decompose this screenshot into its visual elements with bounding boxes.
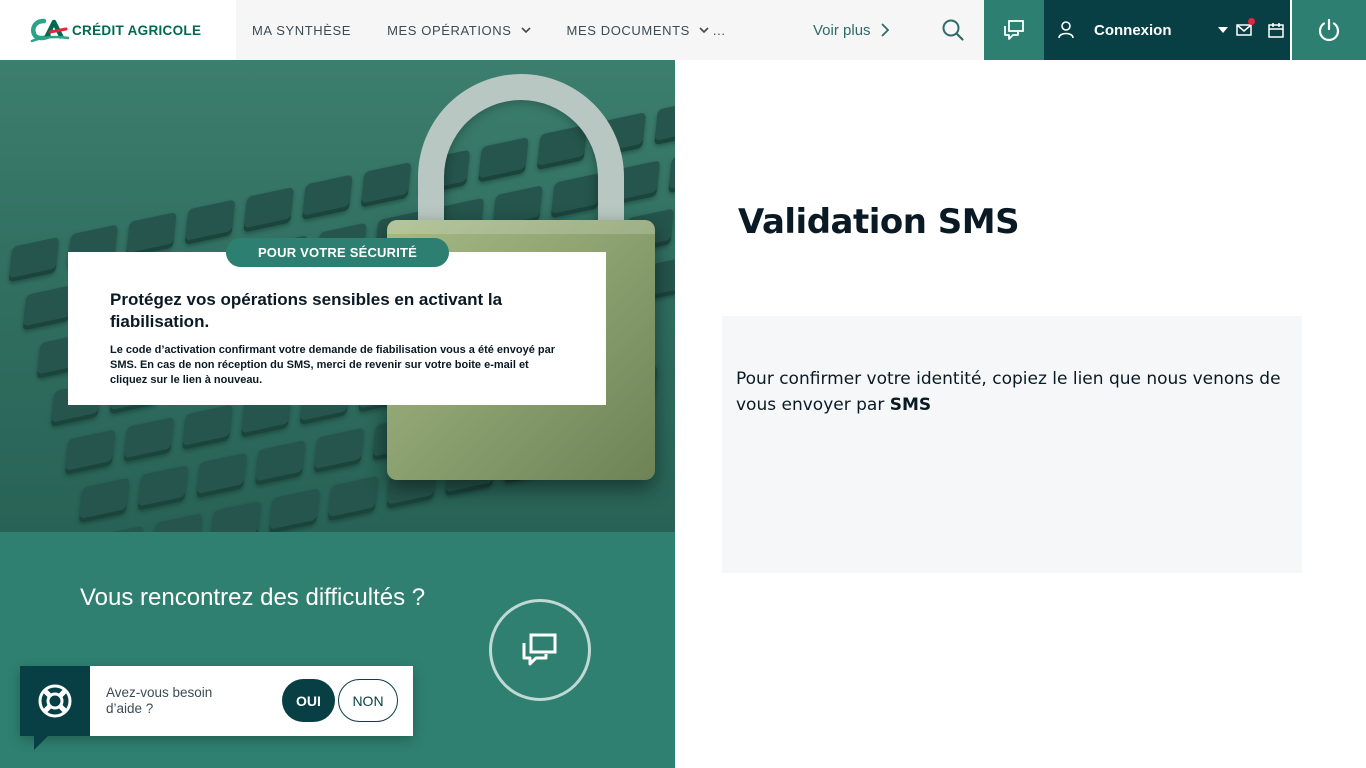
sms-info-box: Pour confirmer votre identité, copiez le… [722,316,1302,573]
chat-icon [522,633,557,666]
connexion-button[interactable]: Connexion [1094,22,1172,39]
mail-button[interactable] [1235,17,1255,40]
chevron-right-icon [880,23,889,37]
mail-icon [1235,23,1252,36]
sms-message: Pour confirmer votre identité, copiez le… [736,366,1296,418]
chat-icon [1004,20,1024,40]
main-nav: MA SYNTHÈSE MES OPÉRATIONS MES DOCUMENTS… [236,0,726,60]
chat-button[interactable] [984,0,1044,60]
nav-item-mes-documents[interactable]: MES DOCUMENTS ... [567,23,726,38]
caret-down-icon[interactable] [1217,27,1228,33]
sms-message-text: Pour confirmer votre identité, copiez le… [736,369,1281,415]
chevron-down-icon [520,27,531,34]
help-question: Avez-vous besoin d’aide ? [106,685,213,716]
popup-tail [34,734,50,750]
calendar-icon[interactable] [1267,22,1284,38]
popup-icon-box [20,666,90,736]
logout-button[interactable] [1290,0,1366,60]
nav-item-ma-synthese[interactable]: MA SYNTHÈSE [252,23,351,38]
power-icon [1318,18,1340,42]
notification-dot [1247,17,1255,25]
help-popup: Avez-vous besoin d’aide ? OUI NON [20,666,413,750]
nav-item-label: MES OPÉRATIONS [387,22,512,38]
voir-plus-label: Voir plus [813,21,871,39]
user-area: Connexion [1044,0,1290,60]
security-badge: POUR VOTRE SÉCURITÉ [226,238,449,267]
search-button[interactable] [922,0,984,60]
logo-text: CRÉDIT AGRICOLE [72,22,202,38]
nav-item-label: MA SYNTHÈSE [252,22,352,38]
no-button[interactable]: NON [338,679,398,722]
top-header: CRÉDIT AGRICOLE MA SYNTHÈSE MES OPÉRATIO… [0,0,1366,60]
page-title: Validation SMS [738,202,1020,242]
search-icon [942,19,964,41]
sms-message-bold: SMS [889,395,932,415]
voir-plus-link[interactable]: Voir plus [813,0,889,60]
help-chat-button[interactable] [489,599,591,701]
help-title: Vous rencontrez des difficultés ? [80,584,426,611]
user-icon [1058,21,1074,39]
nav-item-mes-operations[interactable]: MES OPÉRATIONS [387,22,531,38]
yes-button[interactable]: OUI [282,679,335,722]
security-card-text: Le code d’activation confirmant votre de… [110,344,556,386]
nav-item-label: MES DOCUMENTS [566,22,690,38]
lifebuoy-icon [38,684,72,718]
nav-ellipsis: ... [712,22,726,38]
security-info-card: Protégez vos opérations sensibles en act… [68,252,606,405]
ca-logo-icon [30,17,70,43]
chevron-down-icon [699,27,709,34]
security-card-title: Protégez vos opérations sensibles en act… [110,290,503,331]
credit-agricole-logo[interactable]: CRÉDIT AGRICOLE [0,0,236,60]
